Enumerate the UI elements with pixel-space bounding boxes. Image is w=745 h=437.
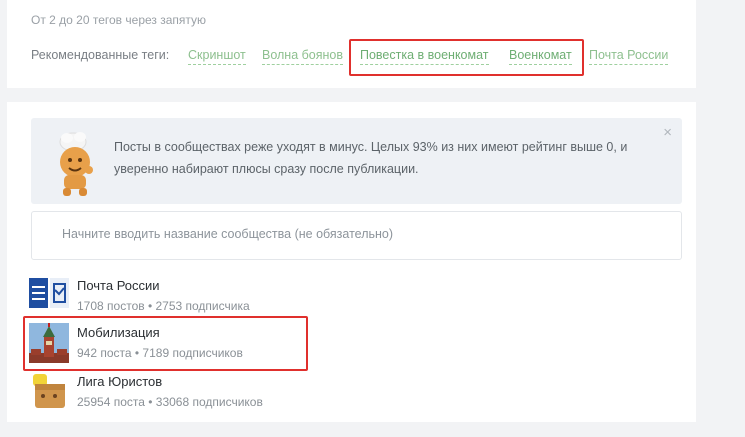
close-icon[interactable]: × [663, 124, 672, 141]
community-name: Лига Юристов [77, 374, 163, 389]
mascot-icon [59, 132, 93, 196]
community-name: Почта России [77, 278, 160, 293]
recommended-tags-label: Рекомендованные теги: [31, 48, 170, 62]
community-stats: 25954 поста • 33068 подписчиков [77, 395, 263, 409]
community-search-field[interactable] [31, 211, 682, 260]
community-search-input[interactable] [60, 226, 654, 242]
notice-text: Посты в сообществах реже уходят в минус.… [114, 140, 628, 176]
lawyer-mascot-icon [29, 372, 69, 412]
tags-hint: От 2 до 20 тегов через запятую [31, 13, 207, 27]
community-item-pochta-rossii[interactable]: Почта России 1708 постов • 2753 подписчи… [29, 276, 329, 318]
community-notice: Посты в сообществах реже уходят в минус.… [31, 118, 682, 204]
community-stats: 1708 постов • 2753 подписчика [77, 299, 250, 313]
community-item-liga-yuristov[interactable]: Лига Юристов 25954 поста • 33068 подписч… [29, 372, 329, 414]
community-highlight-box [23, 316, 308, 371]
tag-pochta-rossii[interactable]: Почта России [589, 48, 669, 65]
tag-volna-boyanov[interactable]: Волна боянов [262, 48, 344, 65]
post-russia-logo-icon [29, 276, 69, 316]
tag-screenshot[interactable]: Скриншот [188, 48, 246, 65]
tags-highlight-box [349, 39, 584, 76]
